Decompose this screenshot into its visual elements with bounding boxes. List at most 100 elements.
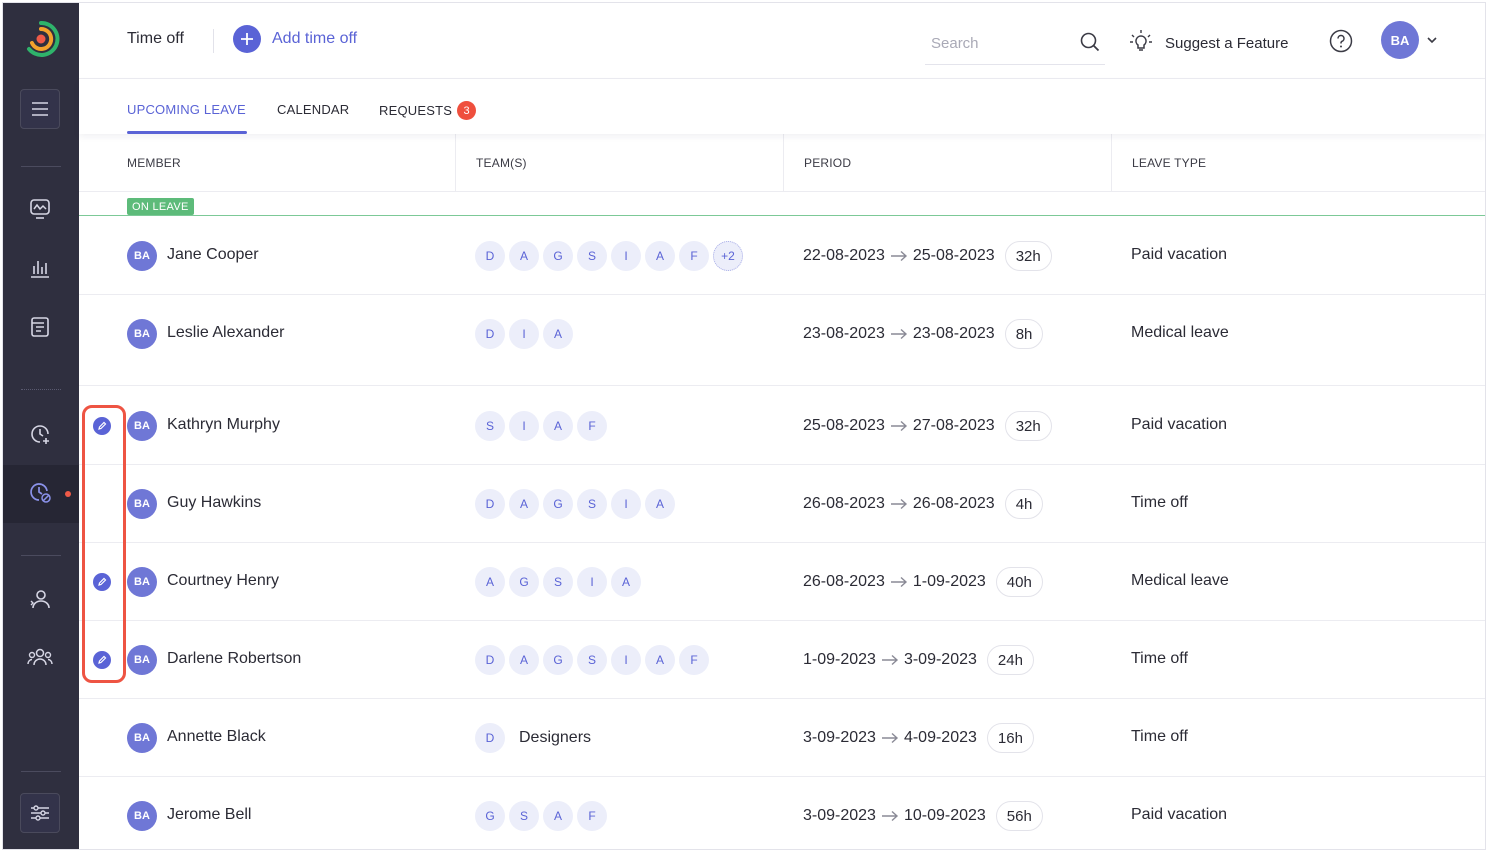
leave-type: Time off [1131, 494, 1188, 511]
member-avatar: BA [127, 723, 157, 753]
table-row[interactable]: BA Courtney Henry AGSIA 26-08-2023 1-09-… [79, 543, 1485, 621]
member-avatar: BA [127, 801, 157, 831]
arrow-right-icon [881, 810, 898, 822]
arrow-right-icon [881, 654, 898, 666]
team-chip: G [543, 489, 573, 519]
column-header-period[interactable]: PERIOD [783, 134, 1111, 192]
pencil-icon [98, 655, 107, 664]
period-end: 4-09-2023 [903, 729, 977, 746]
hours-pill: 32h [1004, 411, 1052, 441]
period-start: 3-09-2023 [803, 729, 876, 746]
settings-icon[interactable] [20, 793, 60, 833]
edit-button[interactable] [93, 417, 111, 435]
edit-button[interactable] [93, 573, 111, 591]
tab-calendar[interactable]: CALENDAR [277, 102, 349, 117]
team-chip: F [577, 801, 607, 831]
member-icon[interactable] [20, 579, 60, 619]
column-header-member[interactable]: MEMBER [107, 134, 455, 192]
column-header-teams[interactable]: TEAM(S) [455, 134, 783, 192]
arrow-right-icon [890, 250, 907, 262]
suggest-feature-button[interactable]: Suggest a Feature [1129, 29, 1288, 58]
table-row[interactable]: BA Jerome Bell GSAF 3-09-2023 10-09-2023… [79, 777, 1485, 849]
reports-icon[interactable] [20, 248, 60, 288]
period-end: 26-08-2023 [912, 495, 995, 512]
member-name[interactable]: Jerome Bell [167, 806, 251, 824]
team-chip: F [679, 645, 709, 675]
team-chip: A [475, 567, 505, 597]
team-chip: D [475, 241, 505, 271]
team-chip: A [543, 801, 573, 831]
team-chip: G [543, 645, 573, 675]
arrow-right-icon [881, 732, 898, 744]
team-chip: S [577, 241, 607, 271]
menu-icon[interactable] [20, 89, 60, 129]
arrow-right-icon [890, 576, 907, 588]
table-row[interactable]: BA Leslie Alexander DIA 23-08-2023 23-08… [79, 295, 1485, 373]
logo-icon[interactable] [21, 19, 61, 59]
team-chip: S [577, 645, 607, 675]
team-chip: A [611, 567, 641, 597]
period-start: 22-08-2023 [803, 247, 885, 264]
team-chip: D [475, 723, 505, 753]
table-row[interactable]: BA Jane Cooper D A G S I A F +2 22-08-2023 25-0… [79, 217, 1485, 295]
on-leave-top-line [79, 215, 1485, 216]
sidebar [3, 3, 79, 849]
pencil-icon [98, 421, 107, 430]
leave-period: 26-08-2023 1-09-2023 40h [803, 564, 1043, 600]
table-row[interactable]: BA Annette Black D Designers 3-09-2023 4-… [79, 699, 1485, 777]
team-chips: DIA [475, 319, 573, 349]
member-name[interactable]: Darlene Robertson [167, 650, 301, 668]
tab-requests[interactable]: REQUESTS 3 [379, 101, 477, 121]
tab-upcoming-leave[interactable]: UPCOMING LEAVE [127, 102, 246, 117]
leave-period: 3-09-2023 4-09-2023 16h [803, 720, 1034, 756]
hours-pill: 16h [986, 723, 1034, 753]
page-title: Time off [127, 30, 184, 47]
team-name: Designers [519, 729, 592, 746]
team-chip: A [509, 241, 539, 271]
lightbulb-icon [1129, 29, 1153, 58]
column-header-leave-type[interactable]: LEAVE TYPE [1111, 134, 1485, 192]
edit-button[interactable] [93, 651, 111, 669]
team-chips: AGSIA [475, 567, 641, 597]
more-teams-chip[interactable]: +2 [713, 241, 743, 271]
period-start: 26-08-2023 [803, 495, 885, 512]
arrow-right-icon [890, 498, 907, 510]
team-chips: DAGSIA [475, 489, 675, 519]
member-name[interactable]: Courtney Henry [167, 572, 279, 590]
chevron-down-icon[interactable] [1425, 33, 1439, 47]
leave-period: 3-09-2023 10-09-2023 56h [803, 798, 1043, 834]
member-name[interactable]: Annette Black [167, 728, 266, 746]
hours-pill: 32h [1004, 241, 1052, 271]
teams-icon[interactable] [20, 637, 60, 677]
leave-type: Time off [1131, 650, 1188, 667]
help-icon[interactable] [1329, 29, 1353, 53]
search-icon[interactable] [1079, 31, 1101, 53]
dashboard-icon[interactable] [20, 189, 60, 229]
search-box [925, 21, 1105, 65]
leave-type: Paid vacation [1131, 416, 1228, 433]
period-end: 1-09-2023 [912, 573, 986, 590]
search-input[interactable] [931, 31, 1071, 55]
period-end: 25-08-2023 [912, 247, 995, 264]
table-row[interactable]: BA Guy Hawkins DAGSIA 26-08-2023 26-08-2… [79, 465, 1485, 543]
member-name[interactable]: Leslie Alexander [167, 324, 284, 342]
add-time-off-label: Add time off [272, 30, 358, 47]
user-avatar[interactable]: BA [1381, 21, 1419, 59]
hours-pill: 56h [995, 801, 1043, 831]
time-off-icon[interactable] [20, 472, 60, 512]
leave-period: 25-08-2023 27-08-2023 32h [803, 408, 1052, 444]
member-name[interactable]: Guy Hawkins [167, 494, 261, 512]
time-tracking-icon[interactable] [20, 414, 60, 454]
member-name[interactable]: Kathryn Murphy [167, 416, 280, 434]
hours-pill: 40h [995, 567, 1043, 597]
header-divider [213, 29, 214, 53]
on-leave-badge: ON LEAVE [127, 198, 194, 215]
timesheets-icon[interactable] [20, 307, 60, 347]
member-name[interactable]: Jane Cooper [167, 246, 259, 264]
add-time-off-button[interactable]: Add time off [233, 25, 357, 53]
team-chips: DAGSIAF [475, 645, 709, 675]
table-row[interactable]: BA Kathryn Murphy SIAF 25-08-2023 27-08-… [79, 387, 1485, 465]
table-row[interactable]: BA Darlene Robertson DAGSIAF 1-09-2023 3… [79, 621, 1485, 699]
member-avatar: BA [127, 241, 157, 271]
team-chip: I [509, 411, 539, 441]
